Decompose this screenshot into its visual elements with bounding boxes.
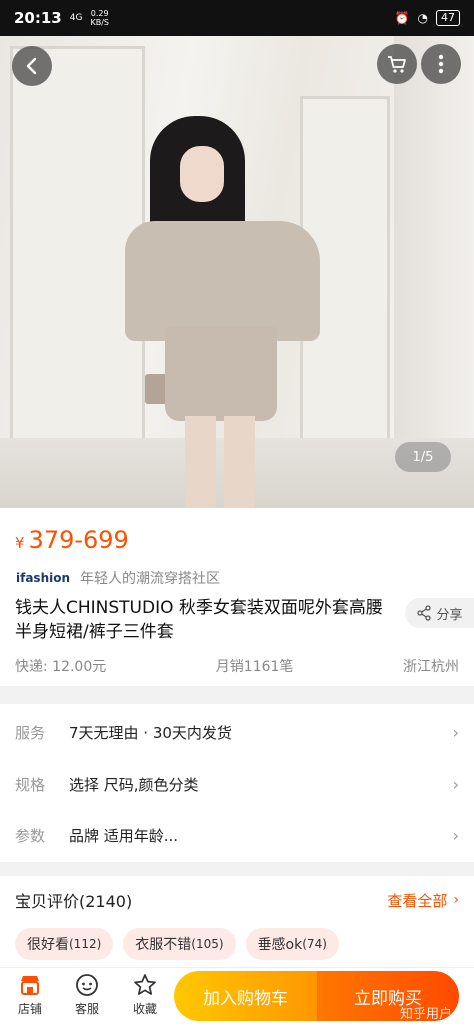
review-tag-count: (105) (191, 937, 224, 951)
review-tag-count: (74) (302, 937, 327, 951)
spec-value: 选择 尺码,颜色分类 (69, 775, 199, 794)
alarm-icon: ⏰ (394, 11, 410, 25)
reviews-header: 宝贝评价(2140) 查看全部 › (15, 888, 459, 912)
ifashion-logo: ifashion (16, 571, 71, 585)
watermark-text: 知乎用户 (400, 1007, 453, 1022)
chevron-right-icon: › (452, 774, 459, 794)
chevron-right-icon: › (453, 892, 459, 908)
params-row[interactable]: 参数 品牌 适用年龄... › (15, 809, 459, 861)
chevron-right-icon: › (452, 722, 459, 742)
service-label: 服务 (15, 723, 46, 742)
review-tag[interactable]: 衣服不错 (105) (123, 928, 236, 960)
shop-label: 店铺 (17, 1002, 42, 1016)
network-speed-unit: KB/S (90, 18, 109, 27)
chevron-left-icon (26, 57, 37, 75)
brand-slogan: 年轻人的潮流穿搭社区 (80, 571, 221, 587)
product-meta: 快递: 12.00元 月销1161笔 浙江杭州 (15, 656, 459, 676)
model-legs (185, 416, 255, 508)
params-value: 品牌 适用年龄... (69, 826, 179, 845)
cart-button[interactable] (377, 44, 417, 84)
params-label: 参数 (15, 826, 46, 845)
currency-symbol: ¥ (15, 534, 25, 552)
add-to-cart-button[interactable]: 加入购物车 (174, 971, 317, 1021)
battery-level: 47 (436, 10, 460, 26)
monthly-sales: 月销1161笔 (215, 659, 294, 675)
product-info-card: ¥379-699 ifashion 年轻人的潮流穿搭社区 钱夫人CHINSTUD… (0, 508, 474, 686)
reviews-title: 宝贝评价(2140) (15, 892, 133, 911)
share-label: 分享 (436, 607, 463, 623)
shop-icon (21, 976, 39, 995)
status-right: ⏰ ◔ 47 (395, 10, 460, 26)
product-title: 钱夫人CHINSTUDIO 秋季女套装双面呢外套高腰半身短裙/裤子三件套 (15, 598, 383, 642)
review-tag-count: (112) (69, 937, 102, 951)
image-counter: 1/5 (395, 442, 451, 472)
review-tag-text: 衣服不错 (135, 937, 192, 953)
share-icon (417, 605, 432, 621)
shop-tab[interactable]: 店铺 (5, 972, 55, 1017)
more-vertical-icon (438, 54, 444, 74)
view-all-reviews-link[interactable]: 查看全部 (387, 890, 447, 911)
review-tag-text: 很好看 (27, 937, 69, 953)
review-tag[interactable]: 很好看 (112) (15, 928, 114, 960)
back-button[interactable] (12, 46, 52, 86)
service-card: 服务 7天无理由 · 30天内发货 › 规格 选择 尺码,颜色分类 › 参数 品… (0, 704, 474, 862)
spec-row[interactable]: 规格 选择 尺码,颜色分类 › (15, 758, 459, 810)
favorite-tab[interactable]: 收藏 (120, 972, 170, 1017)
network-speed: 0.29 KB/S (90, 9, 109, 27)
chevron-right-icon: › (452, 825, 459, 845)
shopping-cart-icon (388, 56, 406, 73)
model-skirt (165, 326, 277, 421)
model-coat (125, 221, 320, 341)
wifi-icon: ◔ (417, 11, 428, 25)
review-tags: 很好看 (112) 衣服不错 (105) 垂感ok (74) (15, 928, 339, 960)
customer-service-icon (76, 974, 98, 996)
model-face (180, 146, 224, 202)
status-time: 20:13 (14, 9, 62, 27)
price-range: 379-699 (28, 526, 129, 554)
status-bar: 20:13 4G 0.29 KB/S ⏰ ◔ 47 (0, 0, 474, 36)
more-button[interactable] (421, 44, 461, 84)
favorite-label: 收藏 (132, 1002, 157, 1016)
network-speed-value: 0.29 (90, 9, 109, 18)
share-button[interactable]: 分享 (405, 598, 474, 628)
spec-label: 规格 (15, 775, 46, 794)
ship-from-location: 浙江杭州 (402, 659, 459, 675)
customer-service-label: 客服 (74, 1002, 99, 1016)
reviews-card: 宝贝评价(2140) 查看全部 › 很好看 (112) 衣服不错 (105) 垂感o… (0, 876, 474, 968)
shipping-fee: 快递: 12.00元 (15, 659, 107, 675)
product-image-gallery[interactable]: 1/5 (0, 36, 474, 508)
review-tag[interactable]: 垂感ok (74) (245, 928, 339, 960)
star-icon (134, 974, 156, 995)
service-value: 7天无理由 · 30天内发货 (69, 723, 232, 742)
signal-indicator: 4G (69, 13, 83, 23)
price: ¥379-699 (15, 526, 129, 554)
brand-row[interactable]: ifashion 年轻人的潮流穿搭社区 (16, 568, 220, 588)
service-row[interactable]: 服务 7天无理由 · 30天内发货 › (15, 706, 459, 758)
customer-service-tab[interactable]: 客服 (62, 972, 112, 1017)
review-tag-text: 垂感ok (257, 937, 303, 953)
